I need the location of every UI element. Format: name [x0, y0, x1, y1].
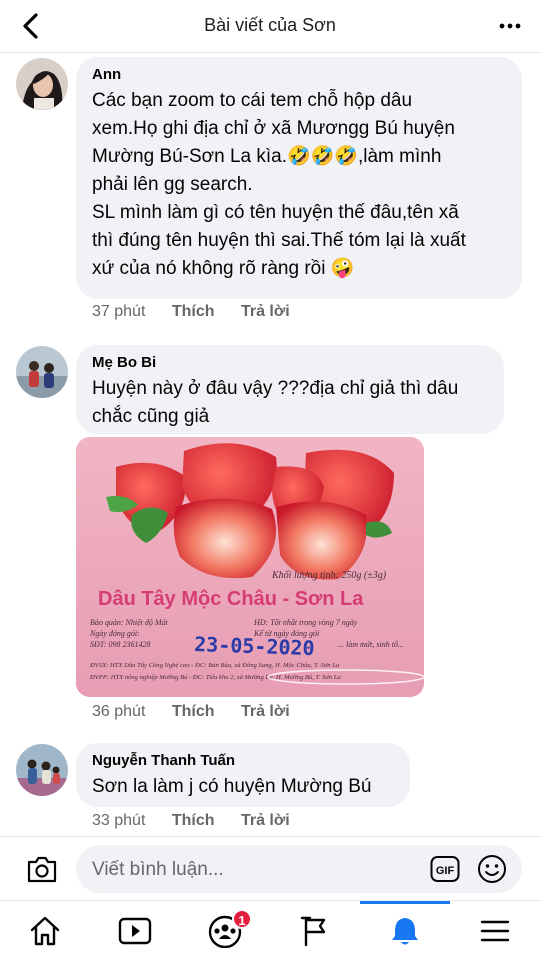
comment-line: Các bạn zoom to cái tem chỗ hộp dâu — [92, 90, 413, 111]
comment-author[interactable]: Ann — [92, 65, 506, 85]
label-stamp-date: 23-05-2020 — [194, 632, 315, 660]
comment-input[interactable]: Viết bình luận... GIF — [76, 845, 522, 893]
reply-button[interactable]: Trả lời — [241, 812, 290, 829]
comment-composer: Viết bình luận... GIF — [0, 836, 540, 900]
emoji-icon — [478, 855, 506, 883]
comment-bubble[interactable]: Ann Các bạn zoom to cái tem chỗ hộp dâu … — [76, 57, 522, 299]
avatar[interactable] — [16, 58, 68, 110]
like-button[interactable]: Thích — [172, 303, 215, 320]
comment-photo-strawberry-label[interactable]: Khối lượng tịnh: 250g (±3g) Dâu Tây Mộc … — [76, 437, 424, 697]
comment-text: Huyện này ở đâu vậy ???địa chỉ giả thì d… — [92, 375, 488, 431]
label-use: ... làm mứt, sinh tố... — [338, 640, 404, 649]
camera-icon — [27, 856, 57, 883]
comment-line: Huyện này ở đâu vậy ???địa chỉ giả thì d… — [92, 378, 459, 399]
avatar[interactable] — [16, 346, 68, 398]
gif-label: GIF — [436, 865, 455, 877]
comment-author[interactable]: Mẹ Bo Bi — [92, 353, 488, 373]
comment-bubble[interactable]: Mẹ Bo Bi Huyện này ở đâu vậy ???địa chỉ … — [76, 345, 504, 434]
label-distributor: ĐVPP: HTX nông nghiệp Mường Bú - ĐC: Tiể… — [89, 674, 341, 681]
strawberry-label-image: Khối lượng tịnh: 250g (±3g) Dâu Tây Mộc … — [76, 437, 424, 697]
comment-meta: 36 phút Thích Trả lời — [92, 703, 312, 721]
comment-bubble[interactable]: Nguyễn Thanh Tuấn Sơn la làm j có huyện … — [76, 743, 410, 807]
comment-line: SL mình làm gì có tên huyện thế đâu,tên … — [92, 202, 459, 223]
label-producer: ĐVSX: HTX Dâu Tây Công Nghệ cao - ĐC: Bả… — [89, 662, 340, 669]
page-title: Bài viết của Sơn — [204, 15, 336, 35]
tab-menu[interactable] — [450, 901, 540, 960]
camera-button[interactable] — [24, 851, 60, 887]
comment-line: xem.Họ ghi địa chỉ ở xã Mươngg Bú huyện — [92, 118, 455, 139]
reply-button[interactable]: Trả lời — [241, 703, 290, 720]
avatar[interactable] — [16, 744, 68, 796]
avatar-photo-nguyen-thanh-tuan — [16, 744, 68, 796]
more-horizontal-icon — [499, 23, 521, 29]
comment-line: chắc cũng giả — [92, 406, 210, 427]
more-options-button[interactable] — [494, 10, 526, 42]
tab-watch[interactable] — [90, 901, 180, 960]
tab-home[interactable] — [0, 901, 90, 960]
like-button[interactable]: Thích — [172, 812, 215, 829]
avatar-photo-me-bo-bi — [16, 346, 68, 398]
comment-input-placeholder: Viết bình luận... — [92, 859, 224, 880]
comment-line: xứ của nó không rõ ràng rồi 🤪 — [92, 258, 355, 279]
like-button[interactable]: Thích — [172, 703, 215, 720]
emoji-button[interactable] — [476, 853, 508, 885]
active-tab-indicator — [360, 901, 450, 904]
comment-time[interactable]: 33 phút — [92, 812, 145, 829]
bottom-navigation: 1 — [0, 900, 540, 960]
comment-meta: 33 phút Thích Trả lời — [92, 812, 312, 830]
avatar-photo-ann — [16, 58, 68, 110]
tab-pages[interactable] — [270, 901, 360, 960]
comment-time[interactable]: 37 phút — [92, 303, 145, 320]
comment-line: Sơn la làm j có huyện Mường Bú — [92, 776, 372, 797]
flag-icon — [300, 916, 326, 947]
label-product-name: Dâu Tây Mộc Châu - Sơn La — [98, 588, 364, 610]
top-bar: Bài viết của Sơn — [0, 0, 540, 52]
comment-text: Các bạn zoom to cái tem chỗ hộp dâu xem.… — [92, 87, 506, 283]
notification-count-badge: 1 — [232, 909, 252, 929]
reply-button[interactable]: Trả lời — [241, 303, 290, 320]
menu-icon — [480, 920, 510, 942]
comment-meta: 37 phút Thích Trả lời — [92, 303, 312, 321]
gif-button[interactable]: GIF — [430, 855, 460, 883]
comment-time[interactable]: 36 phút — [92, 703, 145, 720]
gif-icon: GIF — [430, 856, 460, 882]
label-storage: Bảo quản: Nhiệt độ Mát — [90, 618, 169, 627]
home-icon — [30, 916, 60, 946]
label-pack-date: Ngày đóng gói: — [89, 629, 140, 638]
comment-author[interactable]: Nguyễn Thanh Tuấn — [92, 751, 394, 771]
bell-icon — [392, 918, 418, 945]
watch-icon — [118, 917, 152, 945]
tab-notifications[interactable] — [360, 901, 450, 960]
label-expiry: HD: Tốt nhất trong vòng 7 ngày — [253, 618, 358, 627]
label-weight: Khối lượng tịnh: 250g (±3g) — [271, 570, 387, 581]
label-phone: SĐT: 098 2361428 — [90, 640, 150, 649]
comment-text: Sơn la làm j có huyện Mường Bú — [92, 773, 394, 801]
comment-line: thì đúng tên huyện thì sai.Thế tóm lại l… — [92, 230, 466, 251]
comment-line: Mường Bú-Sơn La kìa.🤣🤣🤣,làm mình — [92, 146, 442, 167]
header-divider — [0, 52, 540, 53]
comment-line: phải lên gg search. — [92, 174, 253, 195]
tab-groups[interactable]: 1 — [180, 901, 270, 960]
